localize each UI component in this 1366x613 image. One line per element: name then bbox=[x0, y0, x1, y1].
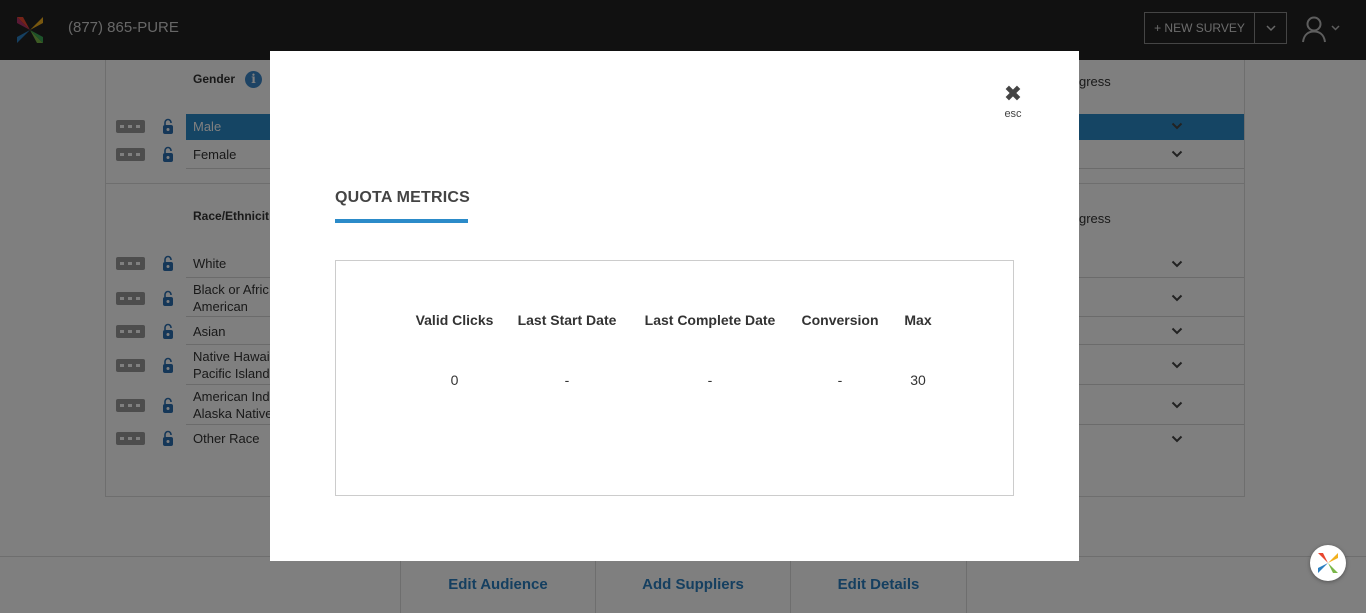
title-underline bbox=[335, 219, 468, 223]
help-chat-button[interactable] bbox=[1310, 545, 1346, 581]
x-logo-icon bbox=[1318, 553, 1338, 573]
value-conversion: - bbox=[837, 372, 843, 388]
column-header-valid-clicks: Valid Clicks bbox=[415, 312, 494, 328]
close-icon[interactable]: ✖ bbox=[1001, 84, 1025, 106]
esc-label: esc bbox=[1004, 108, 1022, 120]
column-header-last-start-date: Last Start Date bbox=[517, 312, 617, 328]
metrics-table: Valid Clicks Last Start Date Last Comple… bbox=[335, 260, 1014, 496]
value-last-start-date: - bbox=[564, 372, 570, 388]
close-button[interactable]: ✖ esc bbox=[1001, 84, 1025, 122]
column-header-last-complete-date: Last Complete Date bbox=[644, 312, 776, 328]
value-max: 30 bbox=[910, 372, 926, 388]
quota-metrics-modal: ✖ esc QUOTA METRICS Valid Clicks Last St… bbox=[270, 51, 1079, 561]
modal-title: QUOTA METRICS bbox=[335, 189, 471, 206]
column-header-conversion: Conversion bbox=[801, 312, 879, 328]
column-header-max: Max bbox=[904, 312, 932, 328]
value-last-complete-date: - bbox=[707, 372, 713, 388]
value-valid-clicks: 0 bbox=[450, 372, 459, 388]
